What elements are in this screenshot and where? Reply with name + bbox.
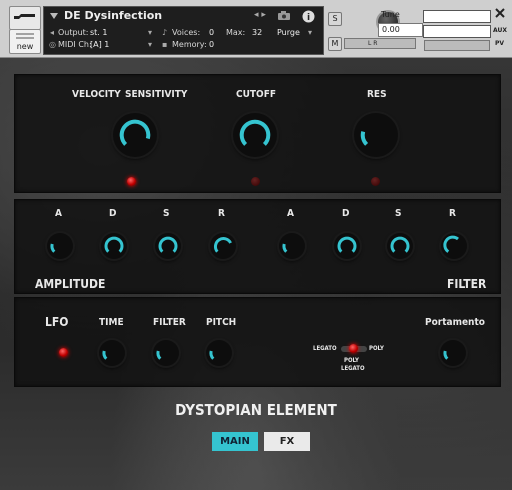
- filter-attack-label: A: [287, 208, 294, 219]
- lfo-filter-knob[interactable]: [153, 340, 179, 366]
- voices-label: Voices:: [172, 28, 201, 37]
- poly-legato-label-line2: LEGATO: [341, 365, 365, 372]
- prev-next-arrows[interactable]: ◂ ▸: [254, 10, 266, 20]
- memory-label: Memory:: [172, 40, 207, 49]
- filter-decay-knob[interactable]: [334, 233, 360, 259]
- portamento-knob[interactable]: [440, 340, 466, 366]
- output-value[interactable]: st. 1: [90, 28, 107, 37]
- mute-button[interactable]: M: [328, 37, 342, 51]
- memory-value: 0: [209, 40, 215, 49]
- instrument-name[interactable]: DE Dysinfection: [64, 9, 162, 22]
- amp-sustain-knob[interactable]: [155, 233, 181, 259]
- max-voices-value[interactable]: 32: [252, 28, 262, 37]
- output-icon: ◂: [50, 28, 55, 37]
- main-controls-panel: VELOCITY SENSITIVITY CUTOFF RES: [14, 74, 501, 193]
- filter-envelope-label: FILTER: [447, 277, 487, 291]
- instrument-window: new DE Dysinfection ◂ ▸ i ◂ Output: st. …: [0, 0, 512, 490]
- filter-sustain-label: S: [395, 208, 402, 219]
- velocity-sensitivity-knob[interactable]: [113, 113, 157, 157]
- cutoff-label: CUTOFF: [236, 89, 276, 100]
- legato-option-label: LEGATO: [313, 345, 337, 352]
- new-button[interactable]: new: [9, 29, 41, 54]
- lfo-label: LFO: [45, 315, 69, 329]
- res-label: RES: [367, 89, 387, 100]
- info-icon[interactable]: i: [302, 10, 315, 23]
- collapse-icon: [50, 13, 58, 19]
- amp-attack-label: A: [55, 208, 62, 219]
- product-title: DYSTOPIAN ELEMENT: [175, 401, 337, 419]
- amp-sustain-label: S: [163, 208, 170, 219]
- max-label: Max:: [226, 28, 246, 37]
- midi-channel-value[interactable]: [A] 1: [90, 40, 109, 49]
- voice-mode-switch[interactable]: [341, 344, 367, 353]
- tab-fx[interactable]: FX: [264, 432, 310, 451]
- aux-button[interactable]: AUX: [493, 27, 507, 34]
- amp-attack-knob[interactable]: [47, 233, 73, 259]
- filter-decay-label: D: [342, 208, 350, 219]
- purge-dropdown-icon[interactable]: ▾: [308, 28, 312, 37]
- lfo-time-label: TIME: [99, 317, 124, 328]
- resonance-knob[interactable]: [354, 113, 398, 157]
- svg-text:i: i: [307, 13, 310, 23]
- midi-label: MIDI Ch:: [58, 40, 92, 49]
- amp-decay-knob[interactable]: [101, 233, 127, 259]
- tab-main[interactable]: MAIN: [212, 432, 258, 451]
- voices-value: 0: [209, 28, 215, 37]
- output-label: Output:: [58, 28, 89, 37]
- amplitude-label: AMPLITUDE: [35, 277, 106, 291]
- filter-release-knob[interactable]: [441, 233, 467, 259]
- instrument-header: new DE Dysinfection ◂ ▸ i ◂ Output: st. …: [0, 0, 512, 58]
- camera-icon[interactable]: [277, 10, 291, 21]
- level-meter-right: [423, 25, 491, 38]
- poly-option-label: POLY: [369, 345, 384, 352]
- cutoff-knob[interactable]: [233, 113, 277, 157]
- purge-menu[interactable]: Purge: [277, 28, 300, 37]
- lfo-filter-label: FILTER: [153, 317, 186, 328]
- instrument-info-box: DE Dysinfection ◂ ▸ i ◂ Output: st. 1 ▾ …: [43, 6, 324, 55]
- level-meter-left: [423, 10, 491, 23]
- lfo-led[interactable]: [59, 348, 68, 357]
- midi-dropdown-icon[interactable]: ▾: [148, 40, 152, 49]
- voice-mode-indicator: [349, 344, 358, 353]
- wrench-button[interactable]: [9, 6, 41, 30]
- amp-decay-label: D: [109, 208, 117, 219]
- output-dropdown-icon[interactable]: ▾: [148, 28, 152, 37]
- envelope-panel: A D S R A D S R AMPLITUDE FILTER: [14, 199, 501, 294]
- new-label: new: [16, 42, 34, 51]
- res-led[interactable]: [371, 177, 380, 186]
- memory-icon: ▪: [162, 40, 168, 49]
- solo-button[interactable]: S: [328, 12, 342, 26]
- velocity-label: VELOCITY: [72, 89, 121, 100]
- tune-label: Tune: [381, 10, 400, 19]
- filter-sustain-knob[interactable]: [387, 233, 413, 259]
- pan-lr-label: L R: [368, 40, 378, 47]
- lfo-panel: LFO TIME FILTER PITCH Portamento LEGATO …: [14, 297, 501, 387]
- close-icon[interactable]: [495, 8, 505, 18]
- midi-icon: ◎: [49, 40, 56, 49]
- amp-release-knob[interactable]: [210, 233, 236, 259]
- lfo-pitch-knob[interactable]: [206, 340, 232, 366]
- cutoff-led[interactable]: [251, 177, 260, 186]
- volume-slider[interactable]: [424, 40, 490, 51]
- wrench-icon: [14, 14, 35, 19]
- portamento-label: Portamento: [425, 317, 485, 328]
- sensitivity-label: SENSITIVITY: [125, 89, 188, 100]
- filter-release-label: R: [449, 208, 456, 219]
- lfo-pitch-label: PITCH: [206, 317, 237, 328]
- pan-slider[interactable]: [344, 38, 416, 49]
- velocity-led[interactable]: [127, 177, 136, 186]
- tune-value-field[interactable]: 0.00: [378, 23, 423, 37]
- lfo-time-knob[interactable]: [99, 340, 125, 366]
- voices-icon: ♪: [162, 28, 168, 37]
- pv-button[interactable]: PV: [495, 40, 504, 47]
- amp-release-label: R: [218, 208, 225, 219]
- poly-legato-label-line1: POLY: [344, 357, 359, 364]
- filter-attack-knob[interactable]: [279, 233, 305, 259]
